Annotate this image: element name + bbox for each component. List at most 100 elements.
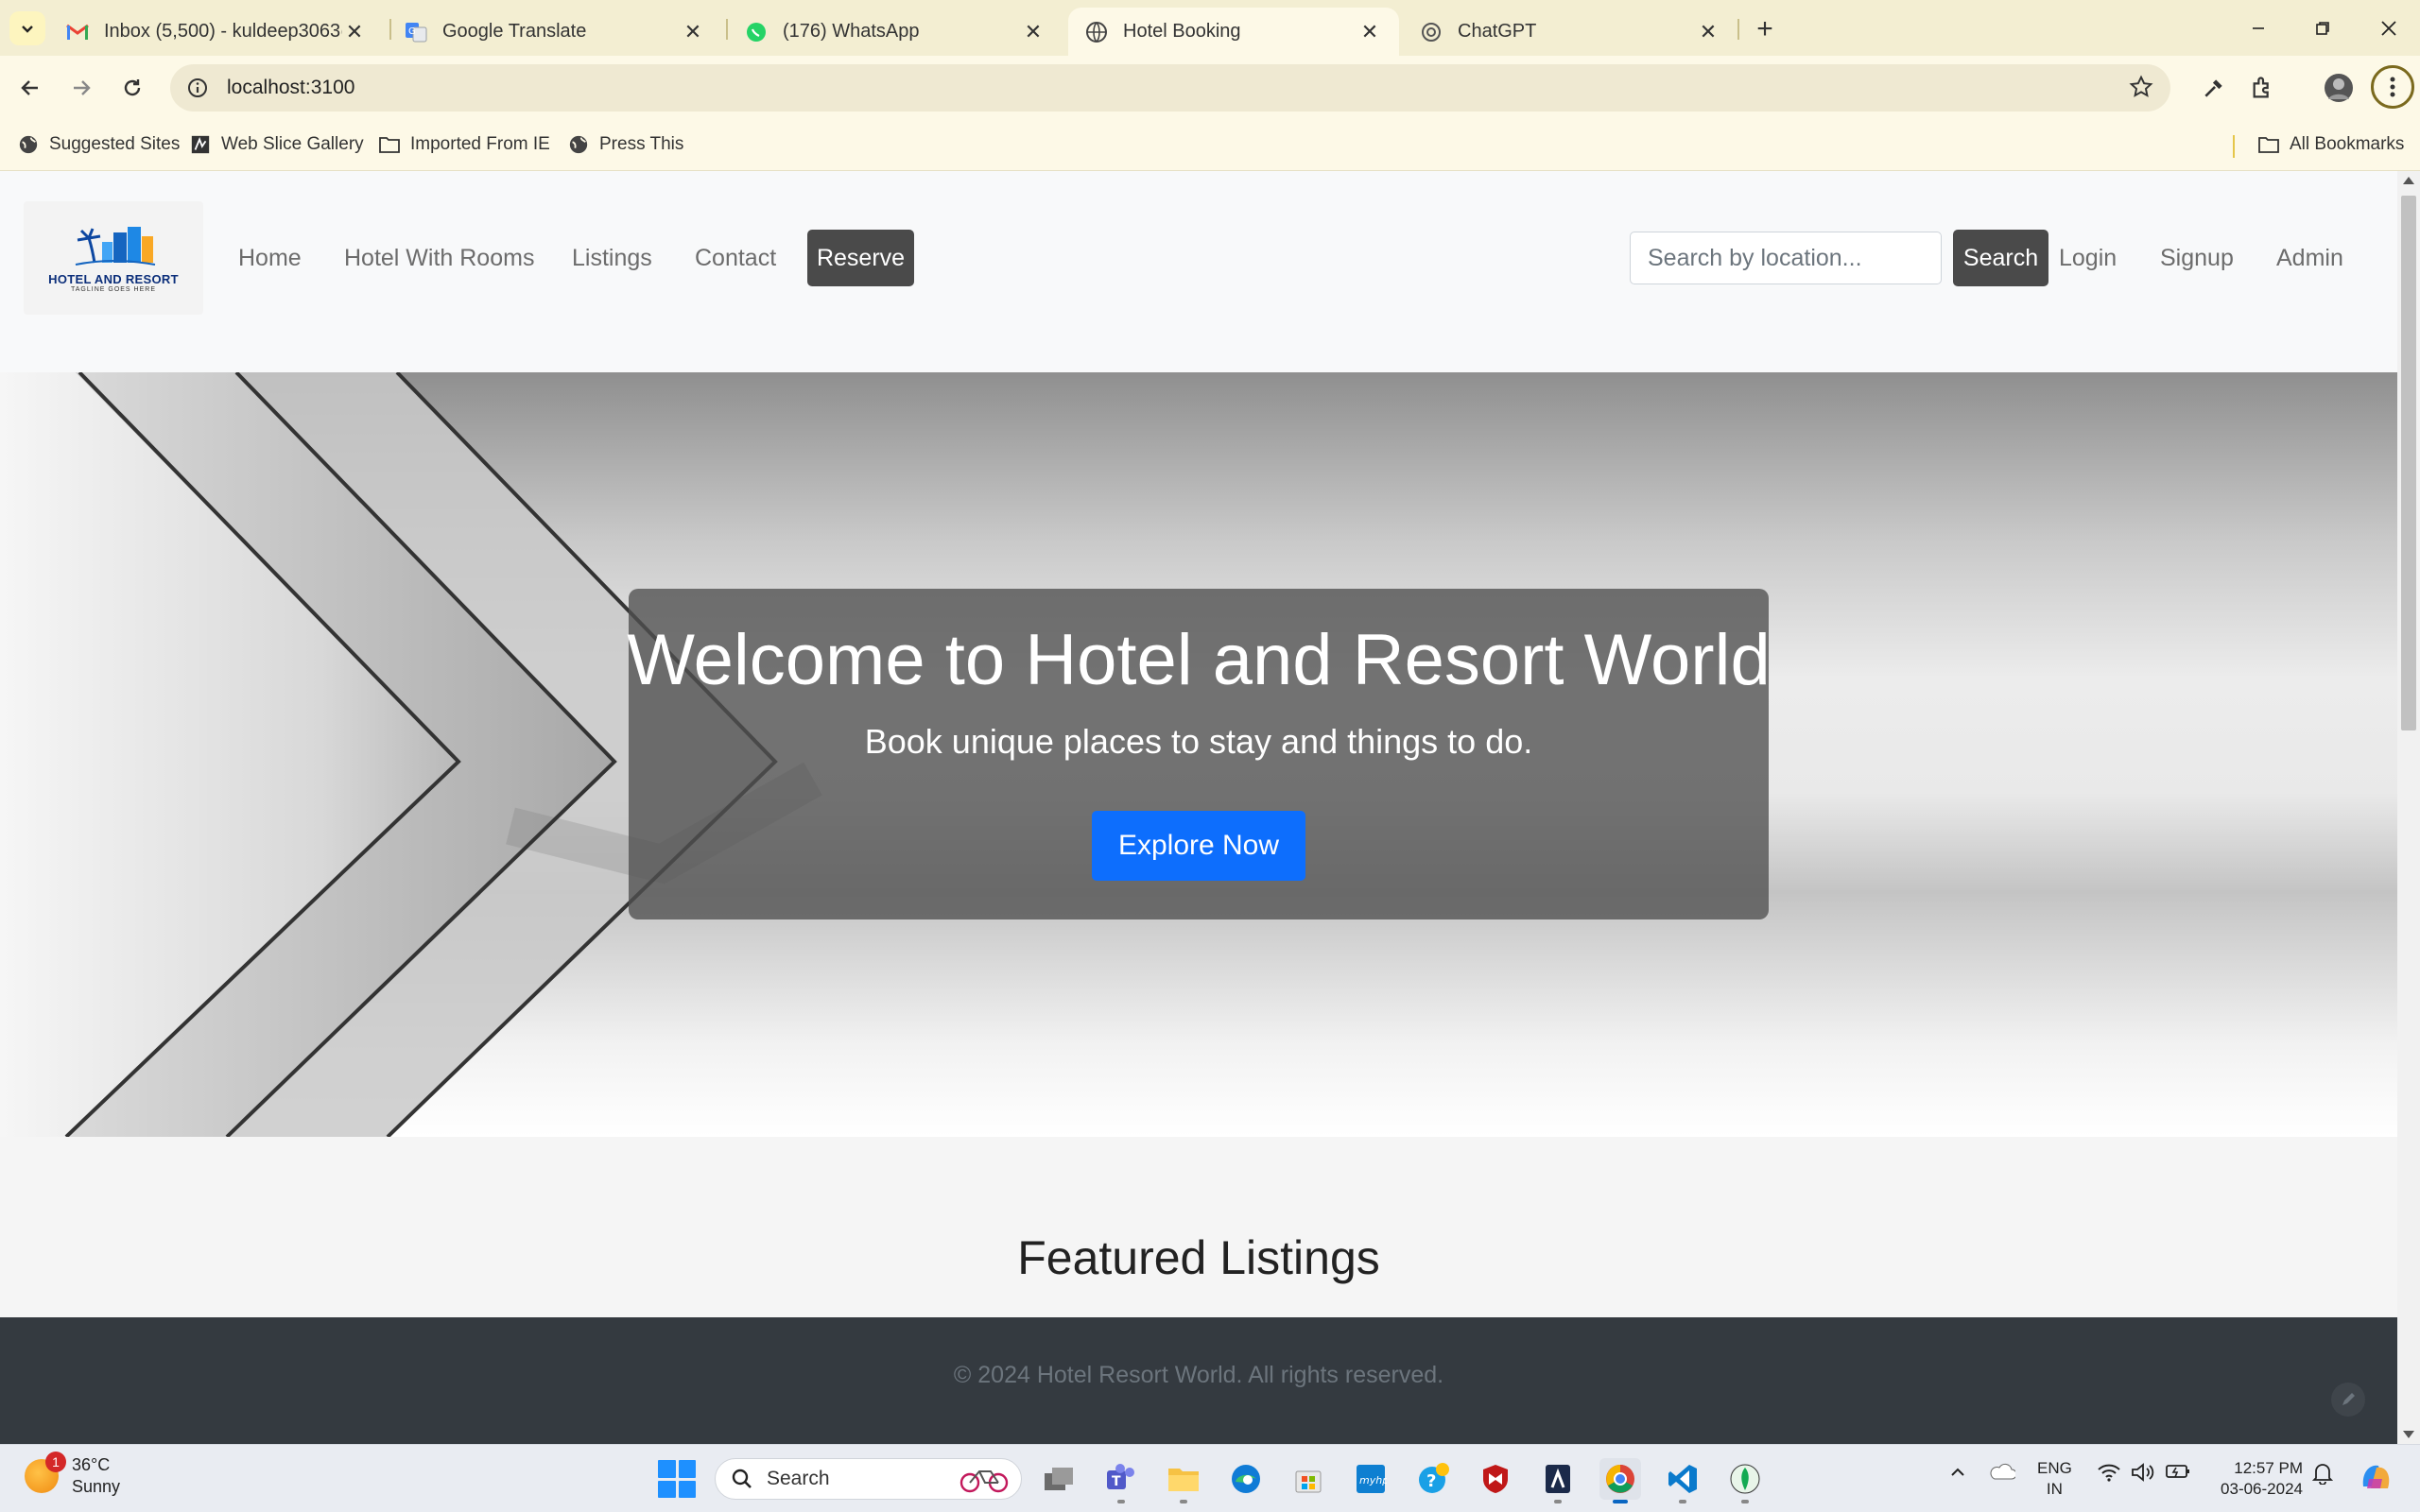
profile-avatar[interactable]: [2320, 69, 2358, 107]
tab-title: (176) WhatsApp: [783, 21, 920, 42]
restore-icon: [2316, 22, 2329, 35]
back-button[interactable]: [9, 67, 51, 109]
chrome-icon[interactable]: [1599, 1458, 1641, 1503]
chevron-up-icon[interactable]: [1947, 1462, 1968, 1483]
bookmark-label: Imported From IE: [410, 134, 550, 154]
site-info-icon[interactable]: [185, 76, 210, 100]
tab-title: Hotel Booking: [1123, 21, 1241, 42]
close-window-button[interactable]: [2365, 9, 2412, 47]
scroll-down-arrow-icon[interactable]: [2403, 1431, 2414, 1438]
tab-search-button[interactable]: [9, 11, 45, 45]
close-icon[interactable]: ✕: [681, 20, 705, 44]
restore-button[interactable]: [2299, 9, 2346, 47]
reserve-button[interactable]: Reserve: [807, 230, 914, 286]
taskbar-search-box[interactable]: Search: [715, 1458, 1022, 1500]
mongodb-compass-icon[interactable]: [1724, 1458, 1766, 1503]
system-clock[interactable]: 12:57 PM 03-06-2024: [2210, 1458, 2303, 1500]
close-icon: [2381, 21, 2396, 36]
get-help-icon[interactable]: ?: [1412, 1458, 1454, 1500]
search-button[interactable]: Search: [1953, 230, 2048, 286]
wifi-icon[interactable]: [2097, 1462, 2121, 1483]
windows-start-button[interactable]: [658, 1460, 696, 1498]
volume-icon[interactable]: [2131, 1462, 2155, 1483]
tab-gmail[interactable]: Inbox (5,500) - kuldeep3063@gmail.com ✕: [49, 8, 384, 56]
scroll-up-arrow-icon[interactable]: [2403, 177, 2414, 184]
close-icon[interactable]: ✕: [342, 20, 367, 44]
all-bookmarks-button[interactable]: All Bookmarks: [2257, 133, 2404, 156]
nav-hotel-with-rooms-link[interactable]: Hotel With Rooms: [344, 245, 534, 272]
bookmark-star-icon[interactable]: [2129, 75, 2153, 104]
featured-listings-heading: Featured Listings: [1017, 1231, 1380, 1284]
tab-google-translate[interactable]: G Google Translate ✕: [388, 8, 722, 56]
chevron-down-icon: [22, 26, 33, 33]
battery-icon[interactable]: [2165, 1462, 2191, 1481]
tab-separator: [1737, 19, 1739, 40]
reload-button[interactable]: [112, 67, 153, 109]
address-bar[interactable]: localhost:3100: [170, 64, 2170, 112]
close-icon[interactable]: ✕: [1357, 20, 1382, 44]
teams-icon[interactable]: T: [1100, 1458, 1142, 1503]
whatsapp-icon: [745, 21, 768, 43]
nav-admin-link[interactable]: Admin: [2276, 245, 2343, 272]
vscode-icon[interactable]: [1662, 1458, 1703, 1503]
file-explorer-icon[interactable]: [1163, 1458, 1204, 1503]
bookmark-web-slice-gallery[interactable]: Web Slice Gallery: [189, 133, 364, 156]
browser-menu-button[interactable]: [2371, 65, 2414, 109]
hero-banner: Welcome to Hotel and Resort World Book u…: [0, 372, 2397, 1137]
bookmark-suggested-sites[interactable]: Suggested Sites: [17, 133, 180, 156]
myhp-icon[interactable]: myhp: [1350, 1458, 1392, 1500]
nav-login-link[interactable]: Login: [2059, 245, 2117, 272]
globe-icon: [567, 133, 590, 156]
eyedropper-icon[interactable]: [2195, 69, 2233, 107]
new-tab-button[interactable]: +: [1749, 13, 1781, 45]
tab-hotel-booking[interactable]: Hotel Booking ✕: [1068, 8, 1399, 56]
weather-widget[interactable]: 1 36°C Sunny: [25, 1452, 120, 1498]
bookmark-press-this[interactable]: Press This: [567, 133, 683, 156]
input-language-indicator[interactable]: ENG IN: [2037, 1458, 2072, 1500]
scrollbar-thumb[interactable]: [2401, 196, 2416, 730]
copyright-text: © 2024 Hotel Resort World. All rights re…: [953, 1362, 1444, 1388]
nav-contact-link[interactable]: Contact: [695, 245, 776, 272]
svg-text:myhp: myhp: [1359, 1474, 1387, 1486]
svg-text:?: ?: [1426, 1471, 1436, 1491]
nav-signup-link[interactable]: Signup: [2160, 245, 2234, 272]
bicycle-icon: [959, 1470, 1009, 1493]
folder-icon: [378, 133, 401, 156]
bookmark-imported-from-ie[interactable]: Imported From IE: [378, 133, 550, 156]
forward-button[interactable]: [60, 67, 102, 109]
sticky-app-icon[interactable]: [1537, 1458, 1579, 1503]
mcafee-icon[interactable]: [1475, 1458, 1516, 1500]
floating-edit-button[interactable]: [2331, 1383, 2365, 1417]
logo-tagline: TAGLINE GOES HERE: [71, 286, 156, 293]
nav-home-link[interactable]: Home: [238, 245, 302, 272]
edge-icon[interactable]: [1225, 1458, 1267, 1500]
extensions-icon[interactable]: [2244, 69, 2282, 107]
site-logo[interactable]: HOTEL AND RESORT TAGLINE GOES HERE: [24, 201, 203, 315]
onedrive-icon[interactable]: [1989, 1462, 2015, 1481]
explore-now-button[interactable]: Explore Now: [1092, 811, 1305, 881]
chatgpt-icon: [1420, 21, 1443, 43]
reload-icon: [124, 79, 141, 96]
tab-whatsapp[interactable]: (176) WhatsApp ✕: [728, 8, 1063, 56]
close-icon[interactable]: ✕: [1696, 20, 1720, 44]
notification-badge: 1: [45, 1452, 66, 1472]
nav-listings-link[interactable]: Listings: [572, 245, 652, 272]
tab-chatgpt[interactable]: ChatGPT ✕: [1403, 8, 1737, 56]
hero-subtitle: Book unique places to stay and things to…: [864, 722, 1533, 761]
location-search-input[interactable]: [1630, 232, 1942, 284]
folder-icon: [2257, 133, 2280, 156]
microsoft-store-icon[interactable]: [1288, 1458, 1329, 1500]
weather-temperature: 36°C: [72, 1455, 111, 1474]
copilot-icon[interactable]: [2358, 1458, 2394, 1494]
bookmark-label: Suggested Sites: [49, 134, 181, 154]
url-text[interactable]: localhost:3100: [227, 77, 354, 99]
hero-title: Welcome to Hotel and Resort World: [627, 620, 1771, 700]
page-viewport: HOTEL AND RESORT TAGLINE GOES HERE Home …: [0, 171, 2397, 1444]
task-view-icon[interactable]: [1038, 1458, 1080, 1500]
notification-bell-icon[interactable]: [2312, 1462, 2333, 1485]
minimize-button[interactable]: [2235, 9, 2282, 47]
page-scrollbar[interactable]: [2397, 171, 2420, 1444]
site-navbar: HOTEL AND RESORT TAGLINE GOES HERE Home …: [0, 171, 2397, 372]
plus-icon: +: [1756, 13, 1773, 44]
close-icon[interactable]: ✕: [1021, 20, 1046, 44]
